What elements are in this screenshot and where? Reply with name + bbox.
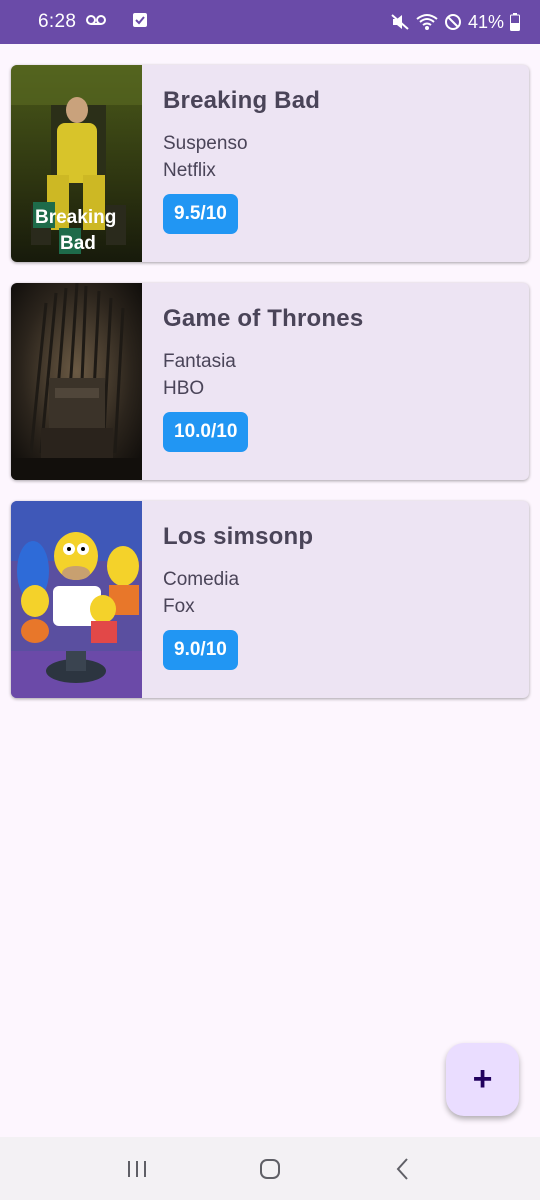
- voicemail-icon: [86, 13, 107, 31]
- battery-text: 41%: [467, 11, 504, 32]
- status-time: 6:28: [38, 11, 77, 32]
- app-screen: 6:28 41% Breaking Bad Breaking Bad Suspe…: [0, 0, 540, 1200]
- back-icon[interactable]: [383, 1149, 423, 1189]
- series-card[interactable]: Breaking Bad Breaking Bad Suspenso Netfl…: [11, 65, 529, 262]
- rating-badge: 10.0/10: [163, 412, 249, 452]
- rating-badge: 9.0/10: [163, 630, 238, 670]
- series-info: Los simsonp Comedia Fox 9.0/10: [142, 501, 313, 698]
- system-nav-bar: [0, 1137, 540, 1200]
- series-card[interactable]: Game of Thrones Fantasia HBO 10.0/10: [11, 283, 529, 480]
- series-poster-image: [11, 283, 142, 480]
- home-icon[interactable]: [250, 1149, 290, 1189]
- series-list: Breaking Bad Breaking Bad Suspenso Netfl…: [11, 65, 529, 719]
- series-network: Fox: [163, 596, 195, 617]
- plus-icon: +: [472, 1060, 493, 1098]
- series-poster-image: Breaking Bad: [11, 65, 142, 262]
- series-poster-image: [11, 501, 142, 698]
- series-network: HBO: [163, 378, 205, 399]
- status-bar: 6:28 41%: [0, 0, 540, 44]
- poster-logo-text-2: Bad: [60, 233, 96, 254]
- series-genre: Suspenso: [163, 133, 248, 154]
- check-notification-icon: [132, 12, 148, 33]
- series-title: Breaking Bad: [163, 87, 321, 114]
- series-genre: Fantasia: [163, 351, 236, 372]
- poster-logo-text-1: Breaking: [35, 207, 116, 228]
- recent-apps-icon[interactable]: [117, 1149, 157, 1189]
- series-title: Game of Thrones: [163, 305, 364, 332]
- series-card[interactable]: Los simsonp Comedia Fox 9.0/10: [11, 501, 529, 698]
- rating-badge: 9.5/10: [163, 194, 238, 234]
- do-not-disturb-icon: [444, 13, 462, 31]
- series-genre: Comedia: [163, 569, 240, 590]
- wifi-icon: [416, 13, 438, 31]
- series-info: Game of Thrones Fantasia HBO 10.0/10: [142, 283, 363, 480]
- series-network: Netflix: [163, 160, 216, 181]
- series-info: Breaking Bad Suspenso Netflix 9.5/10: [142, 65, 320, 262]
- series-title: Los simsonp: [163, 523, 314, 550]
- battery-icon: [510, 13, 520, 31]
- add-series-button[interactable]: +: [446, 1043, 519, 1116]
- mute-icon: [390, 13, 410, 31]
